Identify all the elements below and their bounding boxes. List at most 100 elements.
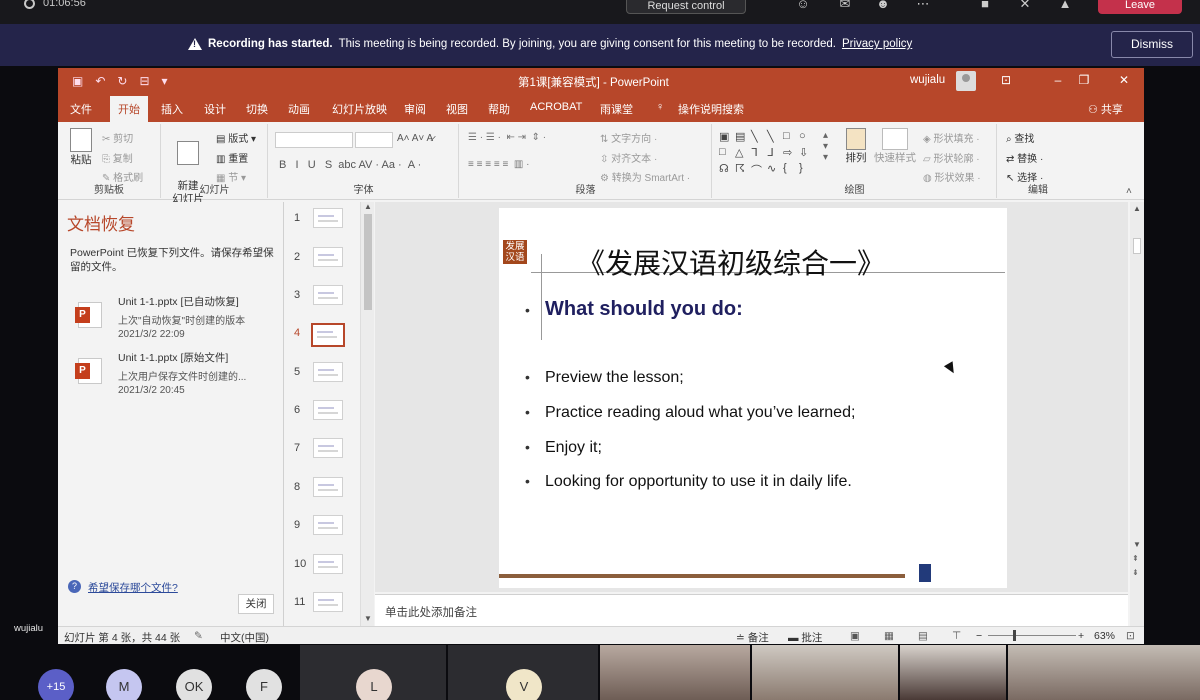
privacy-policy-link[interactable]: Privacy policy [842, 38, 912, 50]
shape-outline-button[interactable]: ▱ 形状轮廓 · [923, 150, 980, 165]
bullet-2[interactable]: • Practice reading aloud what you’ve lear… [525, 404, 855, 422]
participant-avatar[interactable]: L [356, 669, 392, 700]
font-size-box[interactable] [355, 132, 393, 148]
zoom-in-icon[interactable]: + [1078, 630, 1084, 642]
recovery-close-button[interactable]: 关闭 [238, 594, 274, 614]
slide-title[interactable]: 《发展汉语初级综合一》 [577, 242, 885, 282]
zoom-out-icon[interactable]: − [976, 630, 982, 642]
recovered-file-2[interactable]: Unit 1-1.pptx [原始文件] 上次用户保存文件时创建的... 202… [75, 350, 278, 402]
request-control-button[interactable]: Request control [626, 0, 746, 14]
comments-toggle[interactable]: ▬ 批注 [788, 630, 822, 644]
tell-me-search[interactable]: 操作说明搜索 [678, 101, 744, 117]
font-name-box[interactable] [275, 132, 353, 148]
user-avatar[interactable] [956, 71, 976, 91]
tab-insert[interactable]: 插入 [161, 101, 183, 117]
share-button[interactable]: ⚇ 共享 [1088, 101, 1123, 117]
align-text-button[interactable]: ⇳ 对齐文本 · [600, 150, 657, 165]
zoom-slider-thumb[interactable] [1013, 630, 1016, 641]
chat-icon[interactable]: ✉ [836, 0, 854, 11]
next-slide-icon[interactable]: ⇟ [1132, 568, 1139, 577]
close-icon[interactable]: ✕ [1114, 73, 1134, 87]
tab-home[interactable]: 开始 [110, 96, 148, 122]
tab-view[interactable]: 视图 [446, 101, 468, 117]
scroll-up-icon[interactable]: ▲ [364, 202, 372, 211]
dismiss-button[interactable]: Dismiss [1111, 31, 1193, 58]
tab-review[interactable]: 审阅 [404, 101, 426, 117]
slideshow-view-icon[interactable]: ⊤ [952, 630, 961, 642]
slide-thumbnail[interactable] [313, 477, 343, 497]
mic-off-icon[interactable]: ✕ [1016, 0, 1034, 11]
tab-design[interactable]: 设计 [204, 101, 226, 117]
arrange-button[interactable]: 排列 [841, 128, 871, 165]
save-icon[interactable]: ▣ [72, 74, 83, 88]
recovered-file-1[interactable]: Unit 1-1.pptx [已自动恢复] 上次"自动恢复"时创建的版本 202… [75, 294, 278, 346]
tab-animations[interactable]: 动画 [288, 101, 310, 117]
thumbnail-scrollbar[interactable]: ▲ ▼ [360, 202, 374, 626]
slide-sorter-icon[interactable]: ▦ [884, 630, 894, 642]
tab-acrobat[interactable]: ACROBAT [530, 101, 582, 113]
layout-button[interactable]: ▤ 版式 ▾ [216, 130, 256, 145]
start-from-beginning-icon[interactable]: ⊟ [139, 74, 149, 88]
undo-icon[interactable]: ↶ [95, 74, 105, 88]
collapse-ribbon-icon[interactable]: ˄ [1126, 186, 1132, 197]
fit-slide-icon[interactable]: ⊡ [1126, 630, 1135, 642]
which-file-help-link[interactable]: 希望保存哪个文件? [88, 580, 178, 595]
paste-button[interactable]: 粘贴 [66, 128, 96, 167]
tab-help[interactable]: 帮助 [488, 101, 510, 117]
zoom-slider[interactable] [988, 635, 1076, 636]
restore-icon[interactable]: ❐ [1074, 73, 1094, 87]
spell-check-icon[interactable]: ✎ [194, 630, 203, 642]
cut-button[interactable]: ✂ 剪切 [102, 130, 133, 145]
redo-icon[interactable]: ↻ [117, 74, 127, 88]
slide-thumbnail[interactable] [313, 208, 343, 228]
tab-slideshow[interactable]: 幻灯片放映 [332, 101, 387, 117]
shapes-scroll[interactable]: ▴ ▾ ▾ [823, 130, 828, 163]
reading-view-icon[interactable]: ▤ [918, 630, 928, 642]
zoom-level[interactable]: 63% [1094, 630, 1115, 642]
tab-file[interactable]: 文件 [70, 101, 92, 117]
scroll-down-icon[interactable]: ▼ [1133, 540, 1141, 549]
scroll-down-icon[interactable]: ▼ [364, 614, 372, 623]
shapes-gallery[interactable]: ▣ ▤ ╲ ╲ □ ○ □ △ ᒣ ᒧ ⇨ ⇩ ☊ ☈ ⌒ ∿{} [719, 130, 819, 178]
scroll-up-icon[interactable]: ▲ [1133, 204, 1141, 213]
share-tray-icon[interactable]: ▲ [1056, 0, 1074, 11]
text-direction-button[interactable]: ⇅ 文字方向 · [600, 130, 657, 145]
people-icon[interactable]: ☺ [794, 0, 812, 11]
language[interactable]: 中文(中国) [220, 630, 269, 644]
minimize-icon[interactable]: – [1048, 73, 1068, 87]
user-name[interactable]: wujialu [910, 74, 945, 86]
copy-button[interactable]: ⎘ 复制 [102, 150, 133, 165]
slide-subheading[interactable]: • What should you do: [525, 298, 743, 321]
ribbon-display-icon[interactable]: ⊡ [996, 73, 1016, 87]
align-buttons[interactable]: ≡ ≡ ≡ ≡ ≡ ▥ · [468, 159, 529, 170]
leave-button[interactable]: Leave [1098, 0, 1182, 14]
slide-thumbnail[interactable] [313, 285, 343, 305]
slide-thumbnail[interactable] [313, 515, 343, 535]
bullet-4[interactable]: • Looking for opportunity to use it in da… [525, 473, 852, 491]
notes-pane[interactable]: 单击此处添加备注 [375, 594, 1128, 626]
font-format-buttons[interactable]: B I U S abc AV · Aa · A · [279, 159, 421, 171]
participant-avatar[interactable]: V [506, 669, 542, 700]
participant-avatar[interactable]: F [246, 669, 282, 700]
shape-fill-button[interactable]: ◈ 形状填充 · [923, 130, 980, 145]
prev-slide-icon[interactable]: ⇞ [1132, 554, 1139, 563]
slide-thumbnail[interactable] [313, 400, 343, 420]
replace-button[interactable]: ⇄ 替换 · [1006, 150, 1043, 165]
more-icon[interactable]: ⋯ [914, 0, 932, 11]
slide-thumbnail[interactable] [313, 438, 343, 458]
editor-scrollbar[interactable]: ▲ ▼ ⇞ ⇟ [1130, 202, 1144, 626]
slide-thumbnail[interactable] [313, 362, 343, 382]
tab-rain-classroom[interactable]: 雨课堂 [600, 101, 633, 117]
slide-thumbnail[interactable] [311, 323, 345, 347]
slide-thumbnail[interactable] [313, 592, 343, 612]
tab-transitions[interactable]: 切换 [246, 101, 268, 117]
font-size-buttons[interactable]: A˄ A˅ A̷ [397, 133, 433, 144]
thumbnail-scroll-thumb[interactable] [364, 214, 372, 310]
reactions-icon[interactable]: ☻ [874, 0, 892, 11]
bullet-1[interactable]: • Preview the lesson; [525, 369, 684, 387]
quick-styles-button[interactable]: 快速样式 [871, 128, 919, 165]
customize-qa-icon[interactable]: ▾ [162, 74, 168, 88]
slide-thumbnail[interactable] [313, 554, 343, 574]
normal-view-icon[interactable]: ▣ [850, 630, 860, 642]
current-slide[interactable]: 发展 汉语 《发展汉语初级综合一》 • What should you do: •… [499, 208, 1007, 588]
